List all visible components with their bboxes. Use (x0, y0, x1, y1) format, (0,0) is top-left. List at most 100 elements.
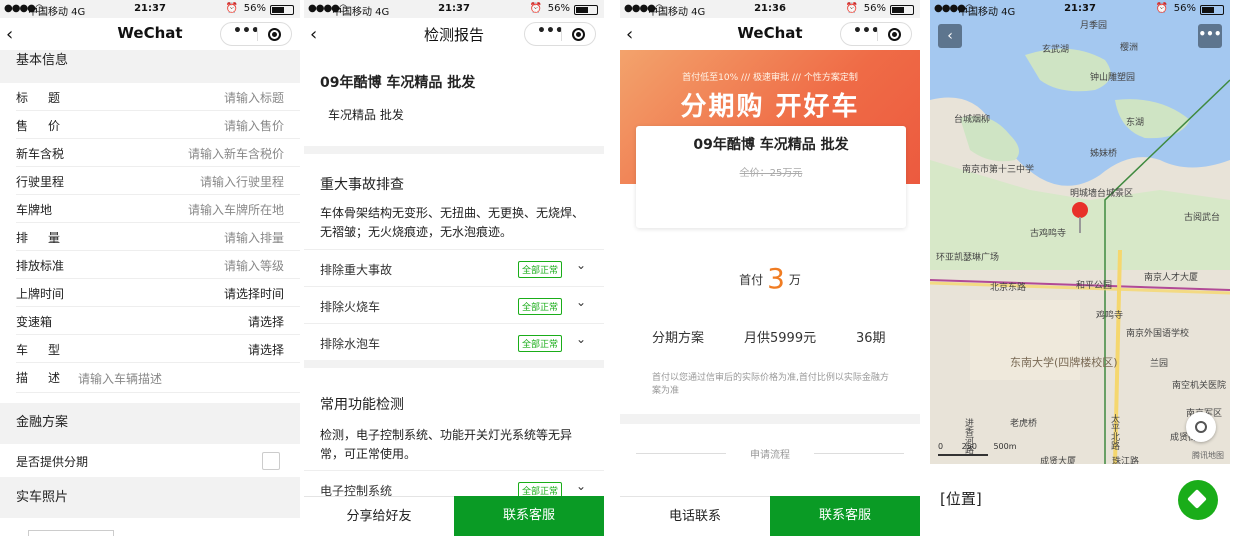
map-label: 姊妹桥 (1090, 149, 1118, 159)
map-label: 成贤大厦 (1040, 457, 1077, 464)
chevron-down-icon[interactable]: ⌄ (576, 479, 586, 493)
form-row[interactable]: 新车含税 请输入新车含税价 (16, 139, 300, 167)
car-price-card: 09年酷博 车况精品 批发 全价：25万元 (636, 126, 906, 228)
car-title: 09年酷博 车况精品 批发 (693, 137, 849, 153)
status-bar: ●●●●○ 中国移动 4G 21:37 ⏰ 56% (930, 0, 1230, 18)
close-miniapp-icon[interactable] (268, 28, 281, 41)
accident-title: 重大事故排查 (320, 177, 404, 193)
map-label: 南京人才大厦 (1144, 273, 1199, 283)
location-label: [位置] (940, 490, 982, 508)
map-label: 鸡鸣寺 (1096, 311, 1124, 321)
field-label: 描述 (16, 371, 81, 385)
field-input[interactable]: 请选择 (248, 313, 284, 330)
map-label: 和平公园 (1076, 281, 1113, 291)
location-pin-icon (1072, 202, 1088, 233)
finance-note: 首付以您通过信审后的实际价格为准,首付比例以实际金融方案为准 (652, 373, 889, 396)
field-input[interactable]: 请输入标题 (224, 89, 284, 106)
more-icon[interactable]: ••• (853, 23, 880, 39)
chevron-down-icon[interactable]: ⌄ (576, 332, 586, 346)
description-input[interactable]: 请输入车辆描述 (78, 370, 162, 387)
share-button[interactable]: 分享给好友 (304, 496, 454, 536)
map-label: 老虎桥 (1010, 419, 1038, 429)
field-input[interactable]: 请输入行驶里程 (200, 173, 284, 190)
chevron-down-icon[interactable]: ⌄ (576, 295, 586, 309)
function-text: 检测，电子控制系统、功能开关灯光系统等无异常，可正常使用。 (320, 428, 573, 461)
map-label: 南空机关医院 (1172, 381, 1227, 391)
description-row[interactable]: 描述 请输入车辆描述 (16, 363, 300, 393)
map-label: 东南大学(四牌楼校区) (1010, 356, 1118, 369)
map-more-icon[interactable]: ••• (1198, 24, 1222, 48)
map-back-icon[interactable]: ‹ (938, 24, 962, 48)
navigate-icon[interactable] (1178, 480, 1218, 520)
map-label: 古阅武台 (1184, 213, 1221, 223)
photo-upload-box[interactable] (28, 530, 114, 536)
field-input[interactable]: 请输入排量 (224, 229, 284, 246)
map-label: 环亚凯瑟琳广场 (936, 253, 1000, 263)
apply-flow-section: 申请流程 (620, 424, 920, 496)
section-basic-info: 基本信息 (16, 53, 69, 68)
contact-service-button[interactable]: 联系客服 (770, 496, 920, 536)
map-label: 钟山雕塑园 (1090, 73, 1136, 83)
form-row[interactable]: 变速箱 请选择 (16, 307, 300, 335)
bottom-action-bar: 电话联系 联系客服 (620, 496, 920, 536)
status-bar: ●●●●○ 中国移动 4G 21:36 ⏰ 56% (620, 0, 920, 18)
battery-icon (574, 5, 598, 15)
section-finance: 金融方案 (16, 415, 69, 430)
form-row[interactable]: 标题 请输入标题 (16, 83, 300, 111)
banner-headline: 分期购 开好车 (680, 92, 860, 122)
battery-icon (270, 5, 294, 15)
field-input[interactable]: 请输入售价 (224, 117, 284, 134)
phone-contact-button[interactable]: 电话联系 (620, 496, 770, 536)
form-row[interactable]: 车牌地 请输入车牌所在地 (16, 195, 300, 223)
basic-info-form: 标题 请输入标题售价 请输入售价新车含税 请输入新车含税价行驶里程 请输入行驶里程车牌地… (0, 83, 300, 403)
down-payment-value: 3 (767, 262, 785, 295)
field-input[interactable]: 请输入新车含税价 (188, 145, 284, 162)
field-input[interactable]: 请输入车牌所在地 (188, 201, 284, 218)
map-scale: 0 250 500m (938, 442, 1017, 456)
form-row[interactable]: 行驶里程 请输入行驶里程 (16, 167, 300, 195)
more-icon[interactable]: ••• (233, 23, 260, 39)
accident-text: 车体骨架结构无变形、无扭曲、无更换、无烧焊、无褶皱；无火烧痕迹，无水泡痕迹。 (320, 206, 585, 239)
field-label: 上牌时间 (16, 287, 65, 301)
field-label: 售价 (16, 119, 81, 133)
field-input[interactable]: 请选择时间 (224, 285, 284, 302)
installment-checkbox[interactable] (262, 452, 280, 470)
contact-service-button[interactable]: 联系客服 (454, 496, 604, 536)
plan-term: 36期 (856, 331, 886, 346)
map-label: 珠江路 (1112, 457, 1140, 464)
form-row[interactable]: 排放标准 请输入等级 (16, 251, 300, 279)
form-row[interactable]: 车型 请选择 (16, 335, 300, 363)
miniapp-capsule[interactable]: ••• (524, 22, 596, 46)
battery-percent: 56% (243, 3, 266, 14)
field-input[interactable]: 请输入等级 (224, 257, 284, 274)
map-copyright: 腾讯地图 (1192, 451, 1224, 460)
more-icon[interactable]: ••• (537, 23, 564, 39)
field-label: 车牌地 (16, 203, 53, 217)
check-row[interactable]: 排除火烧车 全部正常 ⌄ (304, 286, 604, 323)
installment-label: 是否提供分期 (16, 455, 89, 469)
alarm-icon: ⏰ (1155, 3, 1168, 14)
close-miniapp-icon[interactable] (888, 28, 901, 41)
map-view[interactable]: 月季园 玄武湖 樱洲 钟山雕塑园 台城烟柳 东湖 南京市第十三中学 姊妹桥 明城墙台城景区 古鸡鸣… (930, 0, 1230, 464)
battery-icon (1200, 5, 1224, 15)
check-label: 排除重大事故 (320, 263, 393, 277)
form-row[interactable]: 售价 请输入售价 (16, 111, 300, 139)
map-label: 太平北路 (1109, 414, 1119, 450)
miniapp-capsule[interactable]: ••• (840, 22, 912, 46)
locate-me-icon[interactable] (1186, 412, 1216, 442)
check-row[interactable]: 排除水泡车 全部正常 ⌄ (304, 323, 604, 360)
form-row[interactable]: 上牌时间 请选择时间 (16, 279, 300, 307)
miniapp-capsule[interactable]: ••• (220, 22, 292, 46)
close-miniapp-icon[interactable] (572, 28, 585, 41)
field-label: 行驶里程 (16, 175, 65, 189)
alarm-icon: ⏰ (529, 3, 542, 14)
check-label: 排除水泡车 (320, 337, 381, 351)
function-title: 常用功能检测 (320, 397, 404, 413)
field-input[interactable]: 请选择 (248, 341, 284, 358)
capsule-divider (877, 28, 878, 41)
chevron-down-icon[interactable]: ⌄ (576, 258, 586, 272)
form-row[interactable]: 排量 请输入排量 (16, 223, 300, 251)
full-price: 全价：25万元 (739, 168, 803, 179)
check-row[interactable]: 排除重大事故 全部正常 ⌄ (304, 249, 604, 286)
battery-percent: 56% (863, 3, 886, 14)
